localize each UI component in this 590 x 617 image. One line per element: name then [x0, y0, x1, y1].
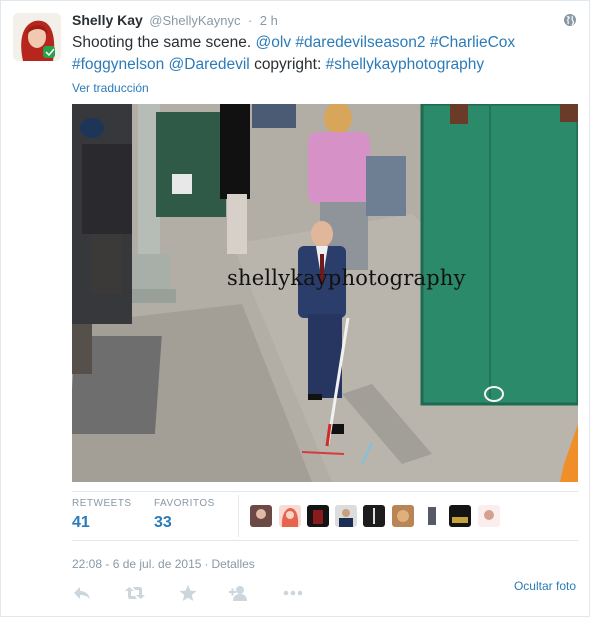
- tweet-header: Shelly Kay @ShellyKaynyc · 2 h: [72, 12, 559, 30]
- reply-icon[interactable]: [72, 584, 94, 604]
- star-icon[interactable]: [178, 584, 200, 604]
- user-handle[interactable]: @ShellyKaynyc: [149, 13, 240, 28]
- retweets-label[interactable]: RETWEETS: [72, 498, 132, 509]
- stats-bottom-divider: [72, 540, 578, 541]
- stats-top-divider: [72, 491, 578, 492]
- favoriter-avatar[interactable]: [421, 505, 443, 527]
- tweet-datetime: 22:08 - 6 de jul. de 2015: [72, 557, 202, 571]
- tweet-timestamp: 22:08 - 6 de jul. de 2015 · Detalles: [72, 557, 255, 571]
- hashtag-link[interactable]: #CharlieCox: [430, 34, 515, 51]
- favoriter-avatar[interactable]: [335, 505, 357, 527]
- hashtag-link[interactable]: #shellykayphotography: [326, 56, 485, 73]
- mention-link[interactable]: @olv: [256, 34, 292, 51]
- favoriter-avatar[interactable]: [250, 505, 272, 527]
- favoriter-avatar[interactable]: [363, 505, 385, 527]
- retweets-count[interactable]: 41: [72, 514, 90, 532]
- tweet-photo[interactable]: shellykayphotography: [72, 104, 578, 482]
- favoriter-avatar[interactable]: [392, 505, 414, 527]
- favorites-label[interactable]: FAVORITOS: [154, 498, 215, 509]
- stats-separator: [238, 495, 239, 537]
- tweet-card: Shelly Kay @ShellyKaynyc · 2 h Shooting …: [0, 0, 590, 617]
- favoriter-avatar[interactable]: [307, 505, 329, 527]
- retweet-icon[interactable]: [124, 584, 146, 604]
- tweet-text-part: copyright:: [254, 56, 326, 73]
- hashtag-link[interactable]: #foggynelson: [72, 56, 164, 73]
- tweet-time[interactable]: 2 h: [260, 13, 278, 28]
- globe-icon: [563, 13, 577, 27]
- hashtag-link[interactable]: #daredevilseason2: [295, 34, 425, 51]
- favoriter-avatar[interactable]: [478, 505, 500, 527]
- tweet-text: Shooting the same scene. @olv #daredevil…: [72, 32, 577, 76]
- details-link[interactable]: Detalles: [211, 557, 254, 571]
- tweet-text-part: Shooting the same scene.: [72, 34, 256, 51]
- favoriter-avatar[interactable]: [449, 505, 471, 527]
- avatar[interactable]: [13, 13, 61, 61]
- favorites-count[interactable]: 33: [154, 514, 172, 532]
- user-fullname[interactable]: Shelly Kay: [72, 12, 143, 28]
- favoriter-avatar[interactable]: [279, 505, 301, 527]
- header-separator: ·: [247, 13, 253, 28]
- photo-watermark: shellykayphotography: [227, 266, 466, 290]
- mention-link[interactable]: @Daredevil: [169, 56, 250, 73]
- hide-photo-link[interactable]: Ocultar foto: [514, 579, 576, 593]
- translate-link[interactable]: Ver traducción: [72, 81, 149, 95]
- more-dots-icon[interactable]: [282, 584, 304, 604]
- follow-icon[interactable]: [228, 584, 250, 604]
- timestamp-separator: ·: [204, 557, 209, 571]
